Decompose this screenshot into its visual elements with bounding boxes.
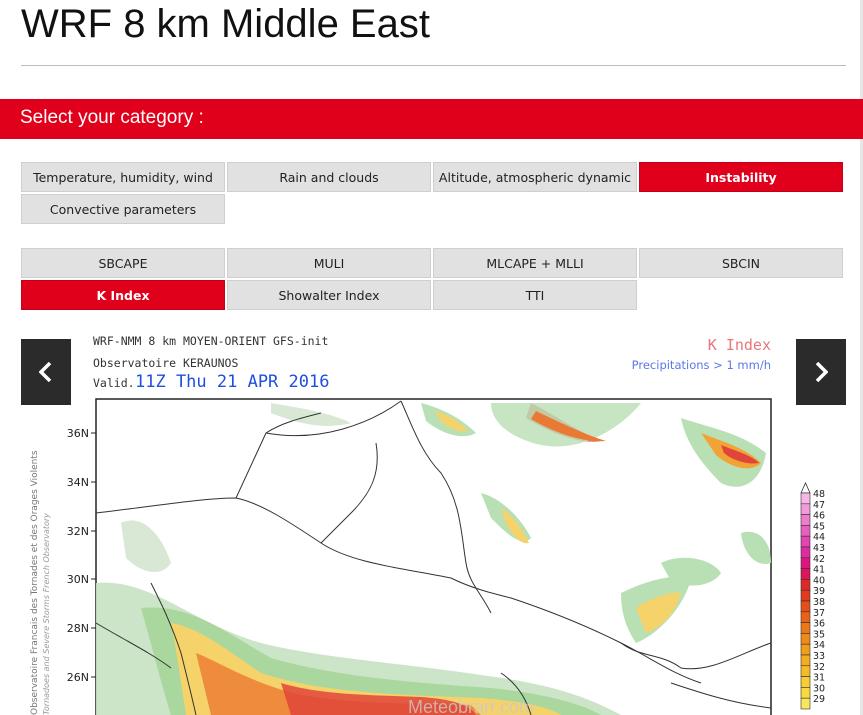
- page: WRF 8 km Middle East Select your categor…: [0, 0, 863, 715]
- legend-swatch: [800, 503, 811, 515]
- legend-label: 43: [813, 543, 825, 554]
- legend-swatch: [800, 589, 811, 602]
- latitude-axis: 36N 34N 32N 30N 28N 26N: [67, 427, 96, 684]
- previous-frame-button[interactable]: [21, 339, 71, 405]
- legend-label: 39: [813, 586, 825, 597]
- forecast-map: WRF-NMM 8 km MOYEN-ORIENT GFS-init Obser…: [21, 323, 846, 715]
- map-side-label-1: Observatoire Francais des Tornades et de…: [30, 450, 40, 715]
- legend-swatch: [800, 492, 811, 505]
- legend-swatch: [800, 665, 811, 677]
- lat-label: 30N: [67, 573, 89, 586]
- tab-instability[interactable]: Instability: [639, 162, 843, 192]
- map-side-label-2: Tornadoes and Severe Storms French Obser…: [42, 513, 51, 715]
- map-index-title: K Index: [708, 336, 771, 354]
- chevron-left-icon: [39, 362, 52, 382]
- legend-label: 33: [813, 651, 825, 662]
- map-precip-note: Precipitations > 1 mm/h: [632, 358, 771, 372]
- k-index-legend: 4847464544434241403938373635343332313029: [800, 482, 825, 710]
- legend-swatch: [800, 633, 811, 645]
- legend-label: 32: [813, 662, 825, 673]
- legend-label: 40: [813, 575, 825, 586]
- legend-swatch: [800, 687, 811, 699]
- legend-label: 35: [813, 629, 825, 640]
- legend-swatch: [800, 611, 811, 623]
- tab-tti[interactable]: TTI: [433, 280, 637, 310]
- legend-swatch: [800, 525, 811, 537]
- legend-swatch: [800, 643, 811, 656]
- legend-label: 42: [813, 554, 825, 565]
- page-title: WRF 8 km Middle East: [21, 2, 430, 46]
- tab-rain-and-clouds[interactable]: Rain and clouds: [227, 162, 431, 192]
- map-observatory-line: Observatoire KERAUNOS: [93, 356, 238, 370]
- map-valid-time: 11Z Thu 21 APR 2016: [135, 372, 329, 392]
- tab-muli[interactable]: MULI: [227, 248, 431, 278]
- legend-label: 48: [813, 489, 825, 500]
- map-valid-label: Valid.: [93, 376, 135, 390]
- lat-label: 36N: [67, 427, 89, 440]
- legend-arrow-tip: [800, 482, 811, 494]
- legend-label: 41: [813, 565, 825, 576]
- legend-swatch: [800, 579, 811, 591]
- legend-label: 46: [813, 511, 825, 522]
- category-heading: Select your category :: [20, 107, 204, 128]
- category-header-bar: Select your category :: [0, 99, 863, 139]
- legend-swatch: [800, 654, 811, 667]
- legend-swatch: [800, 546, 811, 559]
- legend-label: 47: [813, 500, 825, 511]
- chevron-right-icon: [815, 362, 828, 382]
- tab-sbcape[interactable]: SBCAPE: [21, 248, 225, 278]
- legend-swatch: [800, 557, 811, 569]
- watermark: Meteobrarr.com: [408, 697, 534, 715]
- lat-label: 34N: [67, 476, 89, 489]
- tab-temperature-humidity-wind[interactable]: Temperature, humidity, wind: [21, 162, 225, 192]
- legend-label: 30: [813, 683, 825, 694]
- title-divider: [21, 65, 846, 66]
- legend-label: 38: [813, 597, 825, 608]
- tab-showalter-index[interactable]: Showalter Index: [227, 280, 431, 310]
- legend-swatch: [800, 697, 811, 710]
- tab-k-index[interactable]: K Index: [21, 280, 225, 310]
- lat-label: 28N: [67, 622, 89, 635]
- legend-swatch: [800, 568, 811, 580]
- legend-label: 44: [813, 532, 825, 543]
- next-frame-button[interactable]: [796, 339, 846, 405]
- legend-swatch: [800, 676, 811, 688]
- legend-swatch: [800, 514, 811, 526]
- legend-swatch: [800, 600, 811, 613]
- tab-sbcin[interactable]: SBCIN: [639, 248, 843, 278]
- tab-convective-parameters[interactable]: Convective parameters: [21, 194, 225, 224]
- lat-label: 32N: [67, 525, 89, 538]
- legend-label: 37: [813, 608, 825, 619]
- tab-altitude-atmospheric-dynamic[interactable]: Altitude, atmospheric dynamic: [433, 162, 637, 192]
- legend-label: 45: [813, 521, 825, 532]
- map-model-line: WRF-NMM 8 km MOYEN-ORIENT GFS-init: [93, 334, 328, 348]
- legend-swatch: [800, 535, 811, 548]
- legend-label: 34: [813, 640, 825, 651]
- legend-swatch: [800, 622, 811, 634]
- legend-label: 29: [813, 694, 825, 705]
- lat-label: 26N: [67, 671, 89, 684]
- legend-label: 36: [813, 619, 825, 630]
- legend-label: 31: [813, 673, 825, 684]
- map-graphic: WRF-NMM 8 km MOYEN-ORIENT GFS-init Obser…: [30, 334, 825, 715]
- tab-mlcape-mlli[interactable]: MLCAPE + MLLI: [433, 248, 637, 278]
